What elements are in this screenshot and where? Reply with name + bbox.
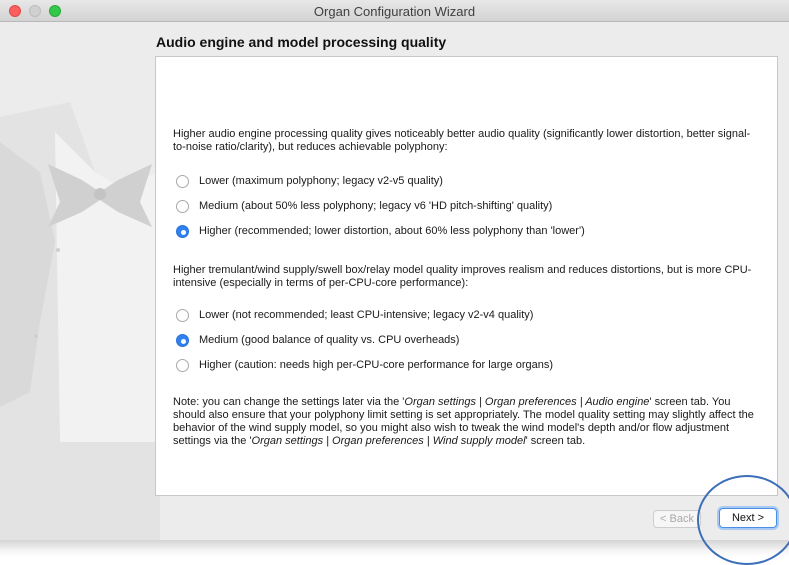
radio-icon[interactable] xyxy=(176,309,189,322)
radio-icon[interactable] xyxy=(176,200,189,213)
next-button[interactable]: Next > xyxy=(719,508,777,528)
page-title: Audio engine and model processing qualit… xyxy=(156,34,447,50)
option-label: Medium (good balance of quality vs. CPU … xyxy=(199,334,460,346)
wizard-window: Organ Configuration Wizard Audio engine … xyxy=(0,0,789,540)
window-shadow xyxy=(0,540,789,557)
option-label: Lower (maximum polyphony; legacy v2-v5 q… xyxy=(199,175,443,187)
settings-panel: Higher audio engine processing quality g… xyxy=(155,56,778,496)
note-audio-engine-path: Organ settings | Organ preferences | Aud… xyxy=(404,396,650,408)
model-quality-description: Higher tremulant/wind supply/swell box/r… xyxy=(173,264,752,289)
option-label: Higher (recommended; lower distortion, a… xyxy=(199,225,585,237)
radio-selected-icon[interactable] xyxy=(176,334,189,347)
note-text: Note: you can change the settings later … xyxy=(173,396,405,408)
audio-engine-description: Higher audio engine processing quality g… xyxy=(173,128,751,153)
window-title: Organ Configuration Wizard xyxy=(313,4,476,19)
tuxedo-watermark-icon xyxy=(0,102,160,540)
option-label: Lower (not recommended; least CPU-intens… xyxy=(199,309,534,321)
radio-icon[interactable] xyxy=(176,175,189,188)
note-text: ' screen tab. xyxy=(525,435,586,447)
settings-note: Note: you can change the settings later … xyxy=(173,396,763,448)
radio-icon[interactable] xyxy=(176,359,189,372)
option-label: Medium (about 50% less polyphony; legacy… xyxy=(199,200,553,212)
back-button[interactable]: < Back xyxy=(653,510,701,528)
option-label: Higher (caution: needs high per-CPU-core… xyxy=(199,359,554,371)
note-wind-supply-path: Organ settings | Organ preferences | Win… xyxy=(251,435,526,447)
title-bar: Organ Configuration Wizard xyxy=(0,0,789,22)
radio-selected-icon[interactable] xyxy=(176,225,189,238)
